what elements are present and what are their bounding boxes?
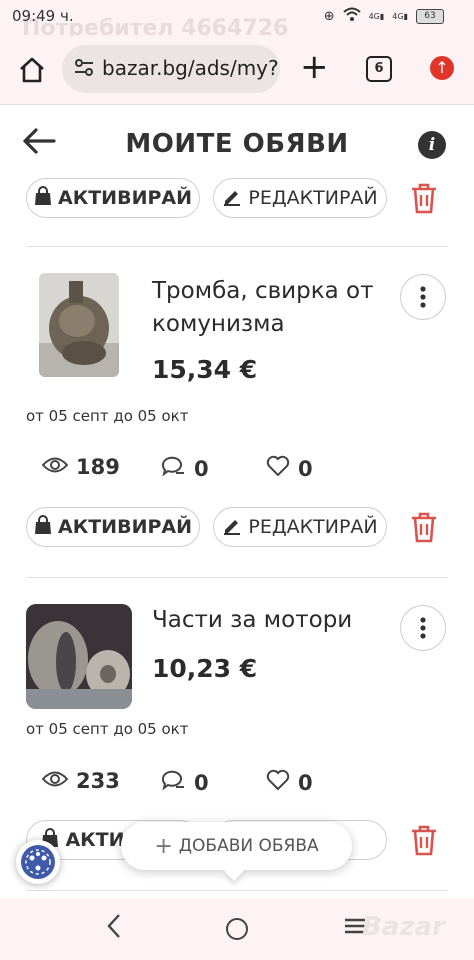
ad-thumbnail[interactable] [39, 273, 119, 377]
views-stat: 233 [41, 769, 120, 793]
clock: 09:49 ч. [12, 7, 74, 25]
ad-dates: от 05 септ до 05 окт [26, 407, 189, 425]
bag-icon [34, 514, 52, 540]
divider [26, 890, 448, 891]
views-count: 233 [76, 769, 120, 793]
edit-button[interactable]: РЕДАКТИРАЙ [213, 178, 387, 218]
add-ad-label: ДОБАВИ ОБЯВА [178, 836, 319, 856]
tab-switcher-button[interactable]: 6 [366, 56, 392, 82]
signal-icon: 4G▮ [368, 11, 385, 21]
back-arrow-icon[interactable] [22, 127, 56, 162]
bag-icon [34, 185, 52, 211]
kebab-icon [420, 617, 426, 639]
url-text: bazar.bg/ads/my? [102, 56, 279, 80]
system-nav-bar: Bazar [0, 898, 474, 960]
nav-home-icon[interactable] [226, 918, 248, 940]
edit-label: РЕДАКТИРАЙ [248, 187, 378, 209]
views-count: 189 [76, 455, 120, 479]
views-stat: 189 [41, 455, 120, 479]
activate-label: АКТИВИРАЙ [57, 516, 192, 538]
trash-icon[interactable] [408, 181, 440, 215]
edit-label: РЕДАКТИРАЙ [248, 516, 378, 538]
heart-icon [266, 455, 290, 482]
trash-icon[interactable] [408, 823, 440, 857]
ad-title[interactable]: Тромба, свирка от комунизма [152, 275, 374, 341]
messages-count: 0 [194, 770, 209, 795]
activate-label: АКТИ [65, 829, 125, 851]
heart-icon [266, 769, 290, 796]
favorites-stat: 0 [266, 769, 313, 796]
kebab-icon [420, 286, 426, 308]
site-settings-icon[interactable] [74, 59, 94, 82]
browser-toolbar: bazar.bg/ads/my? + 6 ↑ [0, 36, 474, 105]
messages-count: 0 [194, 456, 209, 481]
ad-price: 10,23 € [152, 654, 258, 683]
chat-icon [160, 769, 186, 796]
battery-icon: 63 [416, 8, 444, 24]
trash-icon[interactable] [408, 510, 440, 544]
add-ad-button[interactable]: + ДОБАВИ ОБЯВА [121, 822, 352, 881]
edit-button[interactable]: РЕДАКТИРАЙ [213, 507, 387, 547]
eye-icon [41, 769, 69, 793]
plus-icon: + [154, 833, 173, 859]
ad-price: 15,34 € [152, 355, 258, 384]
eye-icon [41, 455, 69, 479]
status-icons: ⊕ 4G▮ 4G▮ 63 [324, 7, 444, 25]
page-header: МОИТЕ ОБЯВИ i [0, 105, 474, 180]
more-options-button[interactable] [400, 274, 446, 320]
ad-title[interactable]: Части за мотори [152, 604, 352, 637]
ad-dates: от 05 септ до 05 окт [26, 720, 189, 738]
chat-icon [160, 455, 186, 482]
accessibility-icon [21, 845, 55, 879]
home-icon[interactable] [18, 56, 46, 84]
messages-stat: 0 [160, 455, 209, 482]
update-icon[interactable]: ↑ [430, 56, 454, 80]
url-bar[interactable]: bazar.bg/ads/my? [62, 45, 280, 93]
pencil-icon [222, 186, 242, 211]
activate-label: АКТИВИРАЙ [57, 187, 192, 209]
signal-icon-2: 4G▮ [392, 11, 408, 21]
ad-title-line: Тромба, свирка от [152, 278, 374, 304]
nav-back-icon[interactable] [106, 912, 122, 947]
data-saver-icon: ⊕ [323, 8, 335, 24]
favorites-count: 0 [298, 770, 313, 795]
accessibility-button[interactable] [16, 840, 60, 884]
ad-card: Тромба, свирка от комунизма 15,34 € от 0… [0, 247, 474, 577]
messages-stat: 0 [160, 769, 209, 796]
status-bar: Потребител 4664726 09:49 ч. ⊕ 4G▮ 4G▮ 63 [0, 0, 474, 41]
page-title: МОИТЕ ОБЯВИ [125, 129, 349, 159]
bazar-watermark: Bazar [362, 912, 445, 942]
wifi-icon [342, 7, 361, 25]
activate-button[interactable]: АКТИВИРАЙ [26, 178, 200, 218]
favorites-stat: 0 [266, 455, 313, 482]
more-options-button[interactable] [400, 605, 446, 651]
favorites-count: 0 [298, 456, 313, 481]
ad-thumbnail[interactable] [26, 604, 132, 709]
info-icon[interactable]: i [418, 131, 446, 159]
pencil-icon [222, 515, 242, 540]
ad-title-line: комунизма [152, 311, 285, 337]
new-tab-icon[interactable]: + [300, 48, 329, 86]
activate-button[interactable]: АКТИВИРАЙ [26, 507, 200, 547]
